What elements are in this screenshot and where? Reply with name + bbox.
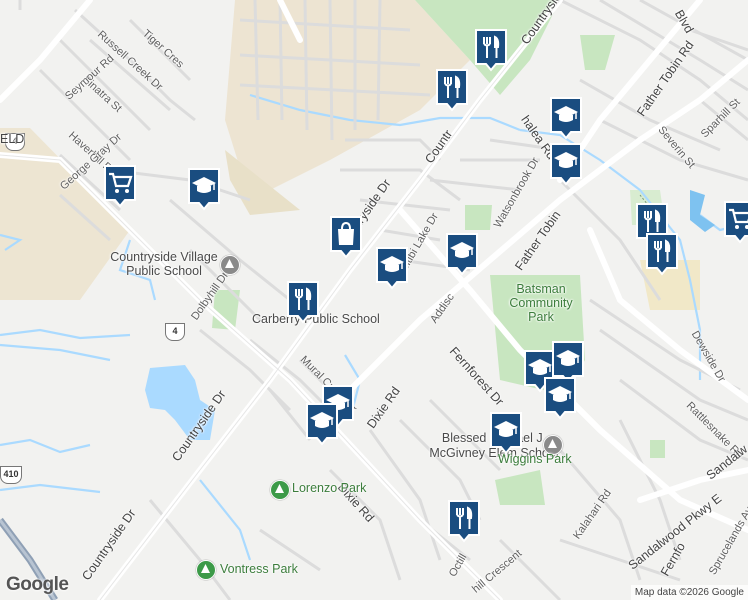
- school-marker[interactable]: [543, 376, 577, 420]
- shopping-cart-marker[interactable]: [723, 200, 748, 244]
- school-marker[interactable]: [305, 402, 339, 446]
- place-label-countryside-school[interactable]: Countryside Village Public School: [94, 250, 234, 278]
- place-label-lorenzo-park[interactable]: Lorenzo Park: [292, 481, 366, 495]
- place-label-vontress-park[interactable]: Vontress Park: [220, 562, 298, 576]
- map-canvas[interactable]: 4 4 410 Russell Creek Dr Tiger Cres Sina…: [0, 0, 748, 600]
- highway-410-shield: 410: [0, 466, 22, 484]
- restaurant-marker[interactable]: [435, 68, 469, 112]
- restaurant-marker[interactable]: [447, 499, 481, 543]
- map-attribution[interactable]: Map data ©2026 Google: [630, 585, 748, 600]
- shopping-cart-marker[interactable]: [103, 164, 137, 208]
- shopping-bag-marker[interactable]: [329, 215, 363, 259]
- school-marker[interactable]: [375, 246, 409, 290]
- park-icon: [270, 480, 290, 500]
- school-place-icon: [220, 255, 240, 275]
- park-icon: [196, 560, 216, 580]
- school-marker[interactable]: [445, 232, 479, 276]
- city-label: ELD: [0, 132, 25, 146]
- school-marker[interactable]: [549, 96, 583, 140]
- highway-4-shield: 4: [165, 323, 185, 341]
- school-marker[interactable]: [187, 167, 221, 211]
- school-marker[interactable]: [489, 411, 523, 455]
- school-marker[interactable]: [549, 142, 583, 186]
- restaurant-marker[interactable]: [645, 232, 679, 276]
- restaurant-marker[interactable]: [474, 28, 508, 72]
- map-base-layer: [0, 0, 748, 600]
- google-logo: Google: [6, 574, 69, 595]
- place-label-batsman-park[interactable]: Batsman Community Park: [496, 282, 586, 324]
- restaurant-marker[interactable]: [286, 280, 320, 324]
